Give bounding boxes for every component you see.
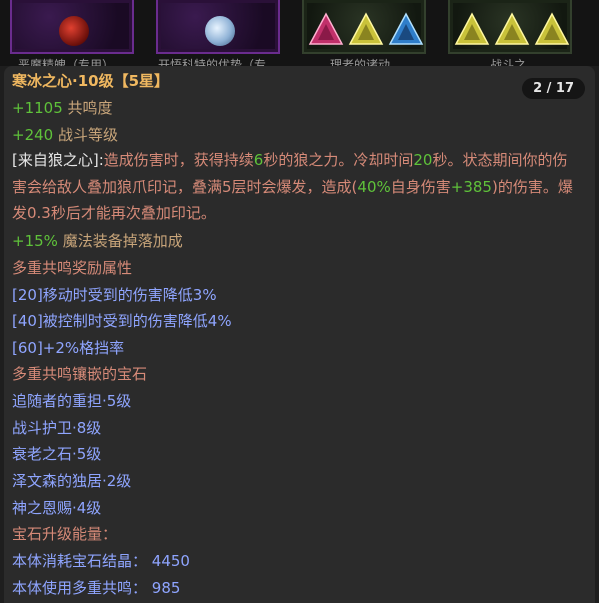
gems-heading: 多重共鸣镶嵌的宝石 [12,365,148,383]
stat-label: 魔法装备掉落加成 [62,232,183,250]
upgrade-heading: 宝石升级能量： [12,525,118,543]
gem-slot-4[interactable] [448,0,572,54]
effect-number: 6 [253,151,264,169]
ice-gem-icon [205,16,235,46]
effect-number: 40% [357,177,391,196]
bonus-item: [60]+2%格挡率 [12,339,125,357]
bonus-heading: 多重共鸣奖励属性 [12,259,133,277]
stat-label: 战斗等级 [57,126,118,144]
resonance-cost-row: 本体使用多重共鸣： 985 [12,578,180,598]
gem-slot-3-label: 理老的诸动 [330,58,391,66]
gem-list-item: 衰老之石·5级 [12,445,102,463]
cost-label: 本体消耗宝石结晶： [12,552,148,570]
stat-label: 共鸣度 [67,99,113,117]
effect-number: +385 [450,177,492,196]
effect-text: 秒的狼之力。冷却时间 [263,151,414,169]
crystal-cost-row: 本体消耗宝石结晶： 4450 [12,551,190,571]
item-name: 寒冰之心·10级 [12,72,114,90]
page-indicator[interactable]: 2 / 17 [522,78,585,99]
wolf-heart-effect: [来自狼之心]:造成伤害时，获得持续6秒的狼之力。冷却时间20秒。状态期间你的伤… [12,147,582,227]
gem-slot-4-label: 战斗之 [490,58,527,66]
cost-value: 4450 [151,552,190,570]
gem-slot-strip: 恶魔精魄（专用） 开悟科特的优势（专 理老的诸动 战斗之 [0,0,599,66]
gem-list-item: 追随者的重担·5级 [12,392,132,410]
stat-combat-level: +240 战斗等级 [12,125,118,145]
gem-list-item: 泽文森的独居·2级 [12,472,132,490]
effect-number: 20 [413,151,433,169]
stat-value: +15% [12,232,58,250]
stat-value: +240 [12,126,54,144]
effect-text: 自身伤害 [390,177,451,196]
red-gem-icon [59,16,89,46]
gem-slot-2-label: 开悟科特的优势（专 [158,58,267,66]
item-tooltip: 2 / 17 寒冰之心·10级【5星】 +1105 共鸣度 +240 战斗等级 … [4,66,595,603]
gem-slot-1-label: 恶魔精魄（专用） [18,58,115,66]
gem-slot-3[interactable] [302,0,426,54]
bonus-item: [40]被控制时受到的伤害降低4% [12,312,232,330]
item-stars: 【5星】 [113,72,170,90]
gem-list-item: 神之恩赐·4级 [12,499,102,517]
stat-value: +1105 [12,99,63,117]
bonus-item: [20]移动时受到的伤害降低3% [12,286,217,304]
stat-magic-drop: +15% 魔法装备掉落加成 [12,231,183,251]
gem-slot-2[interactable] [156,0,280,54]
cost-label: 本体使用多重共鸣： [12,579,148,597]
stat-resonance: +1105 共鸣度 [12,98,113,118]
effect-source-tag: [来自狼之心]: [12,151,104,169]
effect-text: 造成伤害时，获得持续 [103,151,254,169]
triangle-gems-icon [454,12,570,45]
triangle-gems-icon [308,12,424,45]
cost-value: 985 [151,579,181,597]
gem-list-item: 战斗护卫·8级 [12,419,102,437]
item-title: 寒冰之心·10级【5星】 [12,71,169,91]
gem-slot-1[interactable] [10,0,134,54]
